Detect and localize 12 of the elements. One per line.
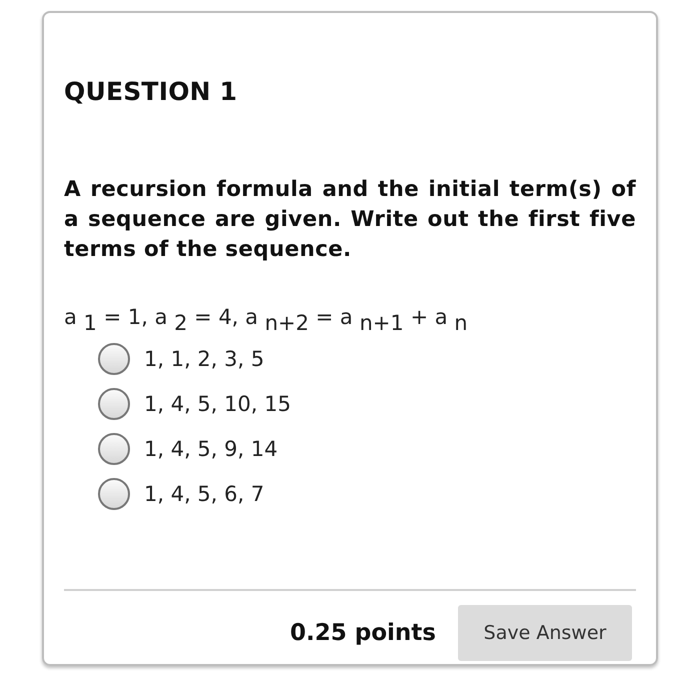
radio-button[interactable] — [98, 433, 130, 465]
question-prompt: A recursion formula and the initial term(s) of a sequence are given. Write out the first five terms of the sequence. — [64, 176, 636, 264]
save-answer-button[interactable]: Save Answer — [458, 605, 632, 661]
answer-option: 1, 1, 2, 3, 5 — [144, 347, 264, 371]
answer-option: 1, 4, 5, 6, 7 — [144, 482, 264, 506]
radio-button[interactable] — [98, 478, 130, 510]
question-title: QUESTION 1 — [64, 77, 238, 106]
answer-option: 1, 4, 5, 10, 15 — [144, 392, 291, 416]
radio-button[interactable] — [98, 343, 130, 375]
answer-option: 1, 4, 5, 9, 14 — [144, 437, 278, 461]
radio-button[interactable] — [98, 388, 130, 420]
points-label: 0.25 points — [290, 620, 436, 646]
